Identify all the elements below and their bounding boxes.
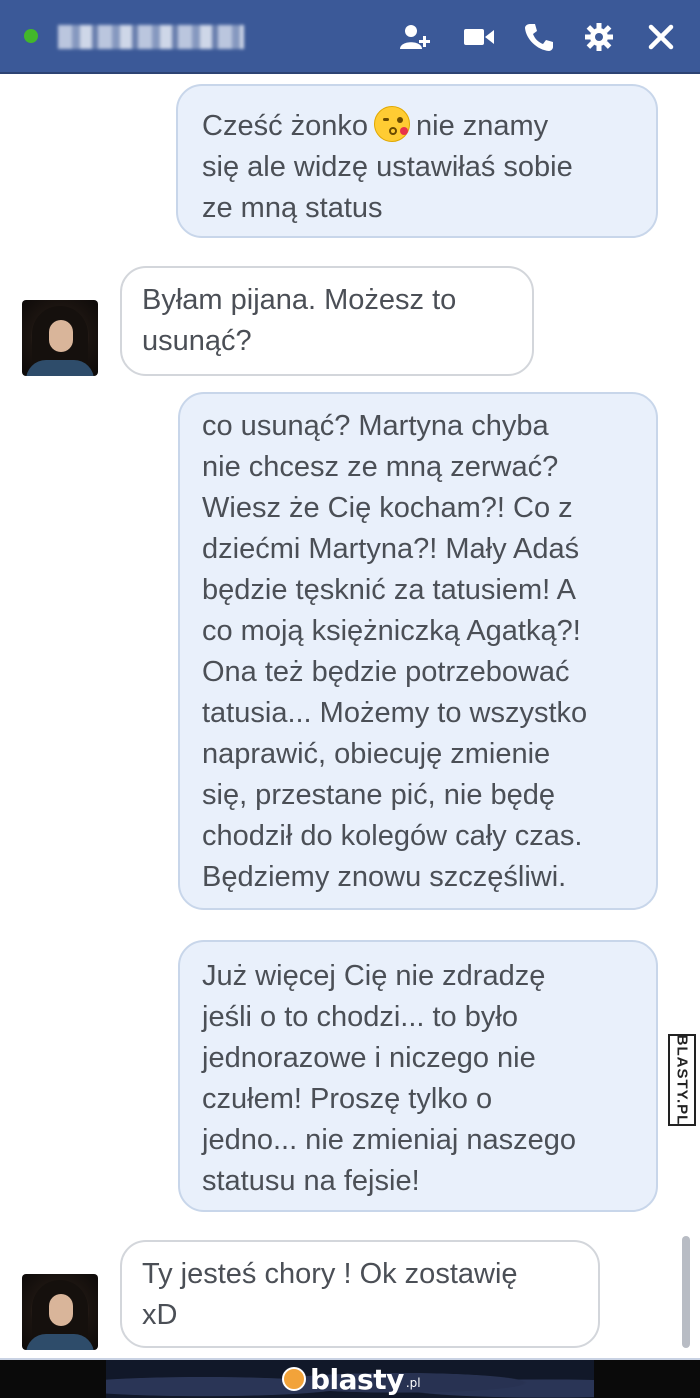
message-line: xD xyxy=(142,1299,178,1331)
message-line: będzie tęsknić za tatusiem! A xyxy=(202,574,576,606)
message-bubble-sent: Już więcej Cię nie zdradzę jeśli o to ch… xyxy=(178,940,658,1212)
message-line: tatusia... Możemy to wszystko xyxy=(202,697,588,729)
message-line: naprawić, obiecuję zmienie xyxy=(202,738,551,770)
message-line: jeśli o to chodzi... to było xyxy=(202,1001,518,1033)
message-bubble-received: Byłam pijana. Możesz to usunąć? xyxy=(120,266,534,376)
logo-mascot-icon xyxy=(282,1367,306,1391)
message-line: Ty jesteś chory ! Ok zostawię xyxy=(142,1258,518,1290)
message-line: Będziemy znowu szczęśliwi. xyxy=(202,861,567,893)
message-text: Cześć żonko xyxy=(202,110,369,142)
message-line: się, przestane pić, nie będę xyxy=(202,779,556,811)
message-bubble-received: Ty jesteś chory ! Ok zostawię xD xyxy=(120,1240,600,1348)
logo-text: blasty xyxy=(310,1362,404,1396)
message-line: się ale widzę ustawiłaś sobie xyxy=(202,151,573,183)
add-friend-icon[interactable] xyxy=(398,20,432,54)
avatar[interactable] xyxy=(22,300,98,376)
scrollbar-thumb[interactable] xyxy=(682,1236,690,1348)
message-bubble-sent: Cześć żonko nie znamy się ale widzę ustaw… xyxy=(176,84,658,238)
message-line: Cześć żonko nie znamy xyxy=(198,106,636,147)
message-line: Już więcej Cię nie zdradzę xyxy=(202,960,546,992)
message-bubble-sent: co usunąć? Martyna chyba nie chcesz ze m… xyxy=(178,392,658,910)
avatar[interactable] xyxy=(22,1274,98,1350)
chat-header xyxy=(0,0,700,74)
phone-icon[interactable] xyxy=(522,20,556,54)
message-line: statusu na fejsie! xyxy=(202,1165,420,1197)
kissing-face-icon xyxy=(374,106,411,142)
message-line: Byłam pijana. Możesz to xyxy=(142,284,457,316)
message-line: co usunąć? Martyna chyba xyxy=(202,410,549,442)
contact-name-redacted[interactable] xyxy=(58,25,244,49)
logo-tld: .pl xyxy=(405,1376,421,1390)
message-line: Wiesz że Cię kocham?! Co z xyxy=(202,492,573,524)
message-line: chodził do kolegów cały czas. xyxy=(202,820,583,852)
side-watermark: BLASTY.PL xyxy=(668,1034,696,1126)
message-line: dziećmi Martyna?! Mały Adaś xyxy=(202,533,580,565)
message-line: jedno... nie zmieniaj naszego xyxy=(202,1124,577,1156)
side-watermark-text: BLASTY.PL xyxy=(673,1034,691,1126)
online-status-icon xyxy=(24,29,38,43)
close-icon[interactable] xyxy=(644,20,678,54)
video-call-icon[interactable] xyxy=(462,20,496,54)
message-line: czułem! Proszę tylko o xyxy=(202,1083,493,1115)
message-text: nie znamy xyxy=(416,110,549,142)
message-line: jednorazowe i niczego nie xyxy=(202,1042,536,1074)
message-line: Ona też będzie potrzebować xyxy=(202,656,570,688)
footer-banner: blasty .pl xyxy=(0,1358,700,1398)
message-line: nie chcesz ze mną zerwać? xyxy=(202,451,559,483)
message-line: ze mną status xyxy=(202,192,383,224)
site-logo[interactable]: blasty .pl xyxy=(282,1362,421,1396)
message-list[interactable]: Cześć żonko nie znamy się ale widzę ustaw… xyxy=(0,74,700,1358)
message-line: co moją księżniczką Agatką?! xyxy=(202,615,581,647)
gear-icon[interactable] xyxy=(582,20,616,54)
message-line: usunąć? xyxy=(142,325,252,357)
